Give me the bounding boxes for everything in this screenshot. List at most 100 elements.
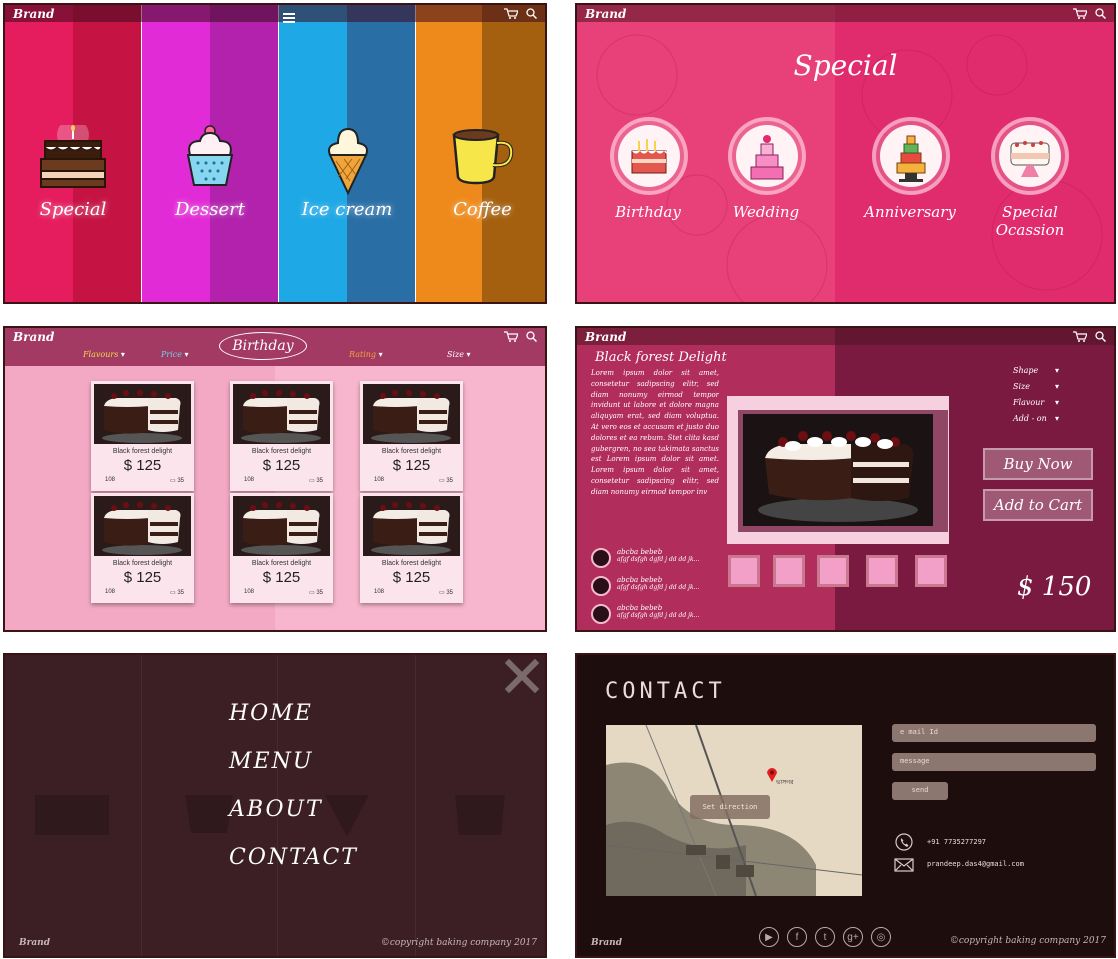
option-flavour[interactable]: Flavour ▾ (1013, 398, 1059, 407)
review-item: abcba bebeb afgf dsfgh dgfd j dd dd jk..… (591, 548, 700, 568)
product-card[interactable]: Black forest delight $ 125 108 ▭ 35 (360, 381, 463, 491)
anniversary-cake-icon (880, 125, 942, 187)
search-icon[interactable] (526, 328, 538, 346)
filter-size[interactable]: Size ▾ (447, 350, 471, 359)
page-title: Special (793, 49, 898, 82)
category-label: Special (39, 199, 107, 220)
product-price: $ 125 (123, 569, 162, 586)
message-field[interactable]: message (892, 753, 1096, 771)
thumbnail[interactable] (773, 555, 805, 587)
comment-icon: ▭ (438, 478, 445, 484)
product-detail-screen: Brand Black forest Delight Lorem ipsum d… (575, 326, 1116, 632)
footer-brand[interactable]: Brand (591, 938, 622, 948)
facebook-icon[interactable]: f (787, 927, 807, 947)
search-icon[interactable] (1095, 328, 1107, 346)
occasion-birthday[interactable] (610, 117, 688, 195)
product-card[interactable]: Black forest delight $ 125 108 ▭ 35 (230, 381, 333, 491)
option-add-on[interactable]: Add - on ▾ (1013, 414, 1059, 423)
map[interactable]: ভাসগর Set direction (606, 725, 862, 896)
filter-rating[interactable]: Rating ▾ (349, 350, 383, 359)
menu-item-home[interactable]: HOME (229, 701, 313, 726)
thumbnail[interactable] (866, 555, 898, 587)
cart-icon[interactable] (504, 328, 519, 346)
review-item: abcba bebeb afgf dsfgh dgfd j dd dd jk..… (591, 576, 699, 596)
product-name: Black forest delight (251, 448, 312, 455)
brand-logo[interactable]: Brand (585, 7, 626, 21)
chevron-down-icon: ▾ (1055, 382, 1060, 391)
brand-logo[interactable]: Brand (585, 330, 626, 344)
occasion-anniversary[interactable] (872, 117, 950, 195)
product-image (94, 496, 191, 556)
chevron-down-icon: ▾ (120, 350, 125, 359)
copyright: ©copyright baking company 2017 (949, 936, 1106, 946)
wedding-cake-icon (736, 125, 798, 187)
likes-count: 108 (244, 477, 255, 483)
close-icon[interactable] (504, 658, 540, 697)
add-to-cart-button[interactable]: Add to Cart (983, 489, 1093, 521)
menu-item-about[interactable]: ABOUT (229, 797, 323, 822)
set-direction-button[interactable]: Set direction (690, 795, 770, 819)
likes-count: 108 (244, 589, 255, 595)
buy-now-button[interactable]: Buy Now (983, 448, 1093, 480)
product-card[interactable]: Black forest delight $ 125 108 ▭ 35 (360, 493, 463, 603)
option-size[interactable]: Size ▾ (1013, 382, 1059, 391)
category-ice-cream[interactable]: Ice cream (279, 5, 415, 302)
phone-number: +91 7735277297 (927, 838, 987, 846)
menu-item-menu[interactable]: MENU (229, 749, 313, 774)
comments-count: ▭ 35 (309, 589, 323, 596)
brand-logo[interactable]: Brand (13, 330, 54, 344)
twitter-icon[interactable]: t (815, 927, 835, 947)
brand-logo[interactable]: Brand (13, 7, 54, 21)
likes-count: 108 (374, 477, 385, 483)
option-label: Size (1013, 382, 1030, 391)
thumbnail[interactable] (817, 555, 849, 587)
review-author: abcba bebeb (617, 604, 663, 612)
category-coffee[interactable]: Coffee (416, 5, 545, 302)
occasion-label: Birthday (615, 203, 681, 221)
cart-icon[interactable] (1073, 328, 1088, 346)
thumbnail[interactable] (728, 555, 760, 587)
product-image (94, 384, 191, 444)
option-shape[interactable]: Shape ▾ (1013, 366, 1059, 375)
product-image (363, 496, 460, 556)
cart-icon[interactable] (1073, 5, 1088, 23)
occasion-label: Anniversary (864, 203, 956, 221)
option-label: Flavour (1013, 398, 1045, 407)
send-button[interactable]: send (892, 782, 948, 800)
option-label: Add - on (1013, 414, 1047, 423)
comment-icon: ▭ (308, 478, 315, 484)
product-card[interactable]: Black forest delight $ 125 108 ▭ 35 (91, 493, 194, 603)
product-price: $ 125 (262, 457, 301, 474)
category-dessert[interactable]: Dessert (142, 5, 278, 302)
comment-icon: ▭ (308, 590, 315, 596)
search-icon[interactable] (1095, 5, 1107, 23)
home-screen: Special Dessert Ice cream Coffee Brand (3, 3, 547, 304)
hamburger-menu-icon[interactable] (283, 8, 295, 27)
google-plus-icon[interactable]: g+ (843, 927, 863, 947)
thumbnail[interactable] (915, 555, 947, 587)
product-name: Black forest delight (381, 448, 442, 455)
occasion-special[interactable] (991, 117, 1069, 195)
cart-icon[interactable] (504, 5, 519, 23)
option-label: Shape (1013, 366, 1039, 375)
product-image (233, 496, 330, 556)
footer-brand[interactable]: Brand (19, 938, 50, 948)
youtube-icon[interactable]: ▶ (759, 927, 779, 947)
search-icon[interactable] (526, 5, 538, 23)
filter-flavours[interactable]: Flavours ▾ (83, 350, 125, 359)
instagram-icon[interactable]: ◎ (871, 927, 891, 947)
occasion-wedding[interactable] (728, 117, 806, 195)
email-field[interactable]: e mail Id (892, 724, 1096, 742)
product-card[interactable]: Black forest delight $ 125 108 ▭ 35 (91, 381, 194, 491)
chevron-down-icon: ▾ (1055, 366, 1060, 375)
menu-item-contact[interactable]: CONTACT (229, 845, 358, 870)
birthday-screen: Brand Birthday Flavours ▾ Price ▾ Rating… (3, 326, 547, 632)
occasion-label: Wedding (732, 203, 800, 221)
comment-icon: ▭ (169, 590, 176, 596)
product-card[interactable]: Black forest delight $ 125 108 ▭ 35 (230, 493, 333, 603)
avatar (591, 604, 611, 624)
category-special[interactable]: Special (5, 5, 141, 302)
comment-icon: ▭ (169, 478, 176, 484)
review-text: afgf dsfgh dgfd j dd dd jk... (617, 556, 700, 563)
filter-price[interactable]: Price ▾ (161, 350, 189, 359)
